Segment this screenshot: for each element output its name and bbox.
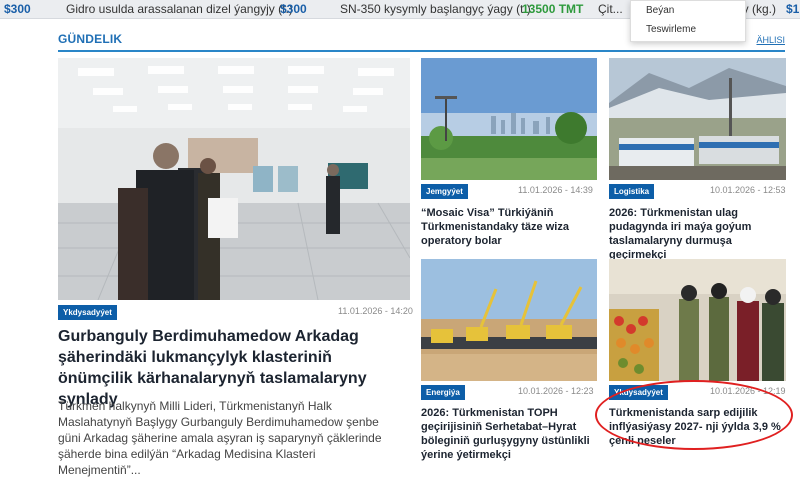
ticker-item-1[interactable]: $300 — [4, 2, 31, 16]
ticker-label: Gidro usulda arassalanan dizel ýangyjy (… — [66, 2, 293, 16]
ticker-price-4: $1 — [786, 2, 799, 16]
train-photo — [609, 58, 786, 180]
article-3-badge[interactable]: Energiýa — [421, 385, 465, 400]
article-3-image[interactable] — [421, 259, 597, 381]
dropdown-item-beyan[interactable]: Beýan — [646, 5, 674, 16]
ticker-price-3: 13500 TMT — [522, 2, 583, 16]
main-article-image[interactable] — [58, 58, 410, 300]
ticker-price: $300 — [280, 2, 307, 16]
ticker-price-2: $300 — [280, 2, 307, 16]
ticker-price: $1 — [786, 2, 800, 16]
main-article-date: 11.01.2026 - 14:20 — [338, 306, 413, 316]
highlight-ellipse — [595, 380, 793, 450]
ticker-item-3[interactable]: SN-350 kysymly başlangyç ýagy (t.) — [340, 2, 531, 16]
ticker-label: Çit... — [598, 2, 623, 16]
ticker-price: $300 — [4, 2, 31, 16]
section-title: GÜNDELIK — [58, 32, 123, 46]
article-1-badge[interactable]: Jemgyýet — [421, 184, 468, 199]
market-visit-photo — [609, 259, 786, 381]
main-article-snippet: Türkmen halkynyň Milli Lideri, Türkmenis… — [58, 399, 382, 477]
ticker-label: SN-350 kysymly başlangyç ýagy (t.) — [340, 2, 531, 16]
dropdown-item-teswirleme[interactable]: Teswirleme — [646, 24, 696, 35]
article-1-title[interactable]: “Mosaic Visa” Türkiýäniň Türkmenistandak… — [421, 206, 601, 248]
article-1-date: 11.01.2026 - 14:39 — [518, 185, 593, 195]
article-2-title[interactable]: 2026: Türkmenistan ulag pudagynda iri ma… — [609, 206, 789, 262]
article-1-image[interactable] — [421, 58, 597, 180]
ticker-item-4[interactable]: Çit... — [598, 2, 623, 16]
article-4-image[interactable] — [609, 259, 786, 381]
section-divider — [58, 50, 785, 52]
article-2-image[interactable] — [609, 58, 786, 180]
context-dropdown: Beýan Teswirleme — [630, 0, 746, 42]
main-article-badge[interactable]: Ykdysadyýet — [58, 305, 117, 320]
conference-hall-photo — [58, 58, 410, 300]
article-3-date: 10.01.2026 - 12:23 — [518, 386, 594, 396]
ticker-price: 13500 TMT — [522, 2, 584, 16]
article-2-badge[interactable]: Logistika — [609, 184, 655, 199]
article-2-date: 10.01.2026 - 12:53 — [710, 185, 786, 195]
article-3-title[interactable]: 2026: Türkmenistan TOPH geçirijisiniň Se… — [421, 406, 601, 462]
ticker-item-2[interactable]: Gidro usulda arassalanan dizel ýangyjy (… — [66, 2, 293, 16]
city-skyline-photo — [421, 58, 597, 180]
section-all-link[interactable]: ÄHLISI — [756, 35, 785, 45]
pipeline-construction-photo — [421, 259, 597, 381]
